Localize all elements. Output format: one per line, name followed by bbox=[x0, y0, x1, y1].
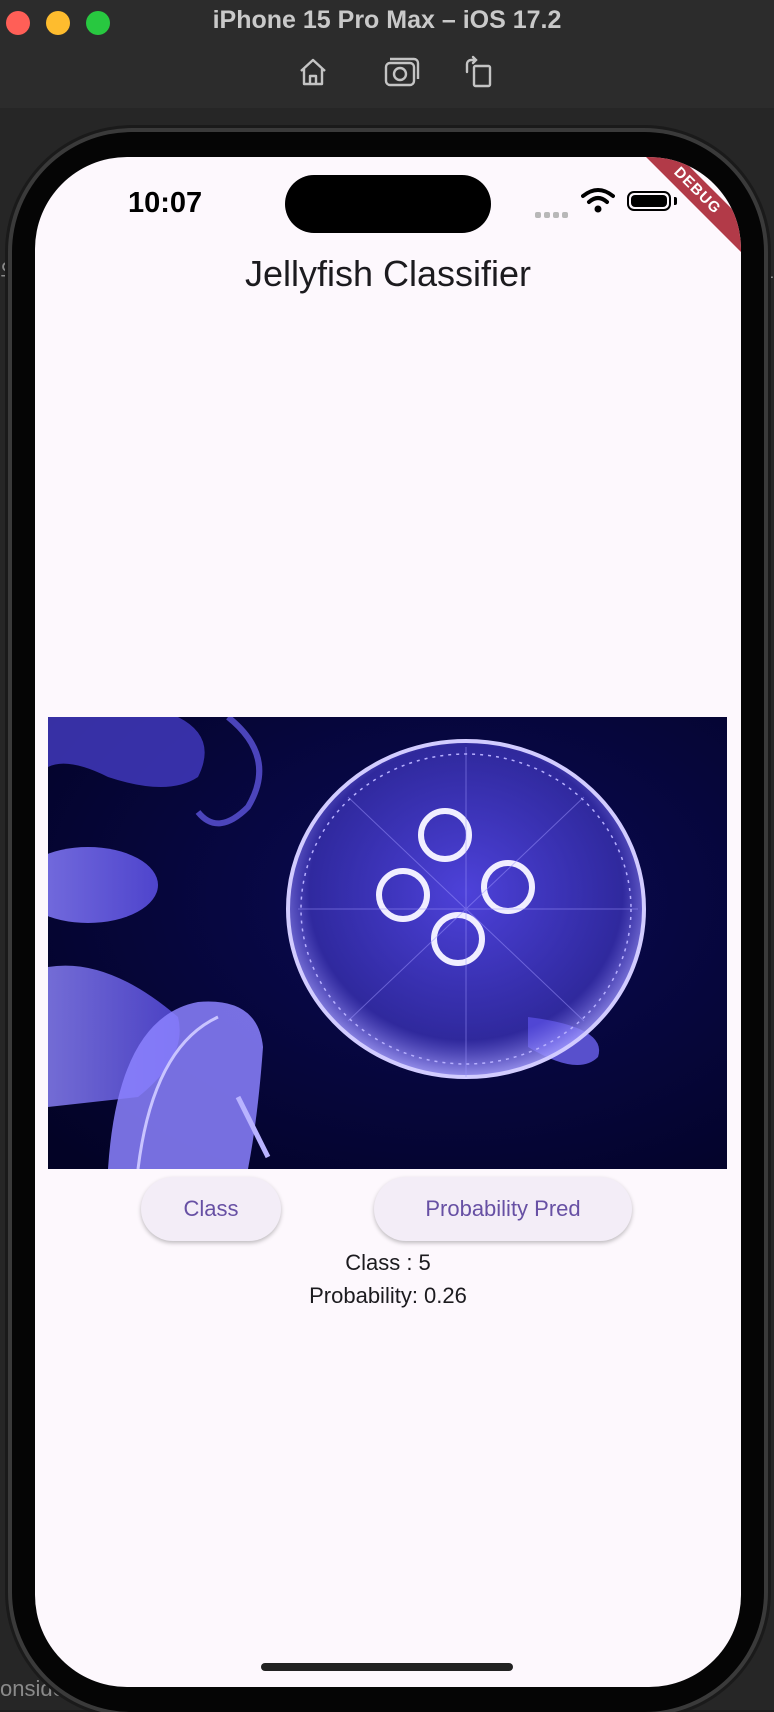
status-time: 10:07 bbox=[128, 187, 203, 219]
probability-result-text: Probability: 0.26 bbox=[309, 1283, 467, 1308]
home-icon[interactable] bbox=[293, 52, 333, 92]
battery-cap bbox=[674, 197, 677, 205]
home-indicator[interactable] bbox=[261, 1663, 513, 1671]
dynamic-island bbox=[285, 175, 491, 233]
class-button[interactable]: Class bbox=[141, 1177, 281, 1241]
class-result-text: Class : 5 bbox=[345, 1250, 431, 1275]
wifi-icon bbox=[581, 187, 615, 213]
screenshot-icon[interactable] bbox=[381, 52, 421, 92]
jellyfish-image bbox=[48, 717, 727, 1169]
probability-pred-button[interactable]: Probability Pred bbox=[374, 1177, 632, 1241]
simulator-titlebar: iPhone 15 Pro Max – iOS 17.2 bbox=[0, 0, 774, 109]
window-title: iPhone 15 Pro Max – iOS 17.2 bbox=[212, 6, 562, 34]
app-title: Jellyfish Classifier bbox=[244, 253, 532, 294]
phone-screen: 10:07 DEBUG Jellyfish Classifier Class P… bbox=[35, 157, 741, 1687]
cellular-signal-icon bbox=[535, 205, 575, 218]
rotate-icon[interactable] bbox=[459, 52, 499, 92]
battery-icon bbox=[627, 191, 671, 211]
